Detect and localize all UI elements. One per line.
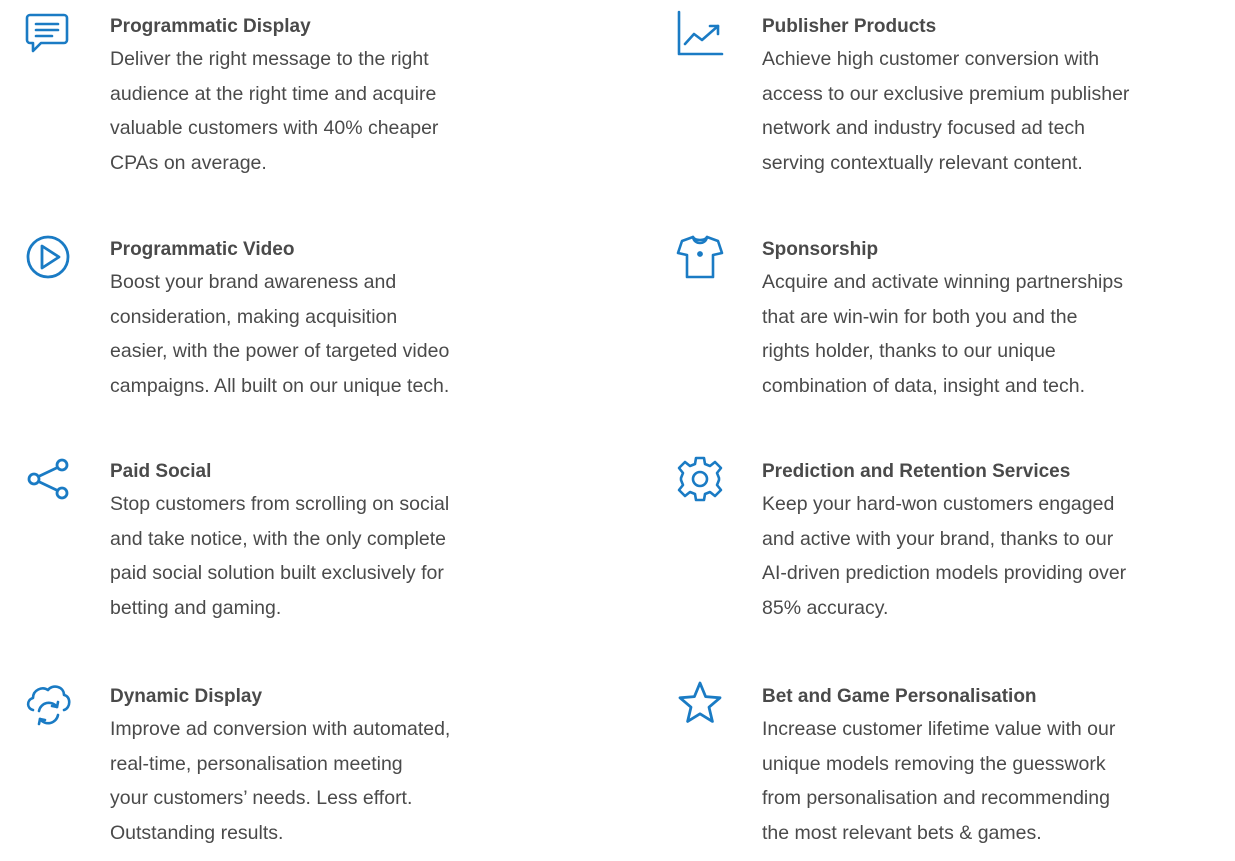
service-title: Sponsorship bbox=[762, 239, 879, 260]
star-icon bbox=[676, 680, 724, 728]
service-title: Publisher Products bbox=[762, 16, 937, 37]
service-description: Keep your hard-won customers engaged and… bbox=[762, 493, 1127, 619]
service-text: Paid Social Stop customers from scrollin… bbox=[110, 457, 540, 625]
service-description: Increase customer lifetime value with ou… bbox=[762, 718, 1116, 844]
service-description: Boost your brand awareness and considera… bbox=[110, 271, 450, 397]
service-text: Sponsorship Acquire and activate winning… bbox=[762, 235, 1192, 403]
cloud-sync-icon bbox=[24, 680, 72, 728]
service-text: Publisher Products Achieve high customer… bbox=[762, 12, 1192, 180]
service-title: Programmatic Display bbox=[110, 16, 311, 37]
service-description: Deliver the right message to the right a… bbox=[110, 48, 439, 174]
service-title: Prediction and Retention Services bbox=[762, 461, 1071, 482]
service-text: Programmatic Video Boost your brand awar… bbox=[110, 235, 540, 403]
play-circle-icon bbox=[24, 233, 72, 281]
chat-bubble-icon bbox=[24, 10, 72, 58]
service-description: Achieve high customer conversion with ac… bbox=[762, 48, 1130, 174]
service-text: Dynamic Display Improve ad conversion wi… bbox=[110, 682, 540, 850]
service-description: Acquire and activate winning partnership… bbox=[762, 271, 1123, 397]
service-title: Programmatic Video bbox=[110, 239, 295, 260]
service-description: Improve ad conversion with automated, re… bbox=[110, 718, 451, 844]
trending-up-chart-icon bbox=[676, 10, 724, 58]
share-icon bbox=[24, 455, 72, 503]
service-text: Prediction and Retention Services Keep y… bbox=[762, 457, 1192, 625]
gear-icon bbox=[676, 455, 724, 503]
service-title: Paid Social bbox=[110, 461, 212, 482]
service-title: Bet and Game Personalisation bbox=[762, 686, 1037, 707]
service-text: Programmatic Display Deliver the right m… bbox=[110, 12, 540, 180]
service-text: Bet and Game Personalisation Increase cu… bbox=[762, 682, 1192, 850]
services-grid: Programmatic Display Deliver the right m… bbox=[0, 0, 1235, 861]
service-title: Dynamic Display bbox=[110, 686, 263, 707]
service-description: Stop customers from scrolling on social … bbox=[110, 493, 450, 619]
sports-shirt-icon bbox=[676, 233, 724, 281]
